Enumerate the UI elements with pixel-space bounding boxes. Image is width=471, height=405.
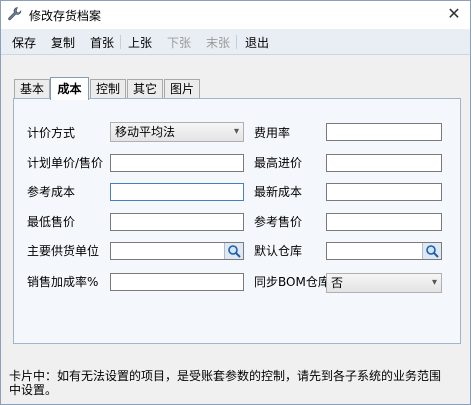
expense-rate-input[interactable] bbox=[326, 123, 442, 141]
chevron-down-icon: ▾ bbox=[233, 126, 239, 137]
reference-sale-price-label: 参考售价 bbox=[254, 215, 303, 229]
latest-cost-label: 最新成本 bbox=[254, 185, 303, 199]
pricing-method-value: 移动平均法 bbox=[115, 125, 176, 139]
max-purchase-price-label: 最高进价 bbox=[254, 156, 303, 170]
sync-bom-warehouse-label: 同步BOM仓库 bbox=[254, 275, 330, 289]
tab-other[interactable]: 其它 bbox=[127, 79, 163, 99]
default-warehouse-label: 默认仓库 bbox=[254, 244, 303, 258]
reference-sale-price-input[interactable] bbox=[326, 213, 442, 231]
max-purchase-price-input[interactable] bbox=[326, 154, 442, 172]
first-record-button[interactable]: 首张 bbox=[90, 34, 114, 51]
pricing-method-select[interactable]: 移动平均法 ▾ bbox=[110, 122, 244, 142]
main-supplier-input[interactable] bbox=[110, 242, 244, 260]
tab-basic[interactable]: 基本 bbox=[14, 79, 50, 99]
plan-price-label: 计划单价/售价 bbox=[27, 156, 104, 170]
tab-image[interactable]: 图片 bbox=[164, 79, 200, 99]
sale-markup-rate-input[interactable] bbox=[110, 273, 244, 291]
save-button[interactable]: 保存 bbox=[12, 34, 36, 51]
search-icon[interactable] bbox=[224, 243, 243, 259]
pricing-method-label: 计价方式 bbox=[27, 126, 76, 140]
expense-rate-label: 费用率 bbox=[254, 126, 291, 140]
previous-record-button[interactable]: 上张 bbox=[128, 34, 152, 51]
tab-control[interactable]: 控制 bbox=[90, 79, 126, 99]
main-supplier-label: 主要供货单位 bbox=[27, 244, 100, 258]
dialog-window: 修改存货档案 ✕ 保存 复制 首张 上张 下张 末张 退出 基本 成本 控制 其… bbox=[0, 0, 471, 405]
min-sale-price-input[interactable] bbox=[110, 213, 244, 231]
default-warehouse-input[interactable] bbox=[326, 242, 442, 260]
last-record-button[interactable]: 末张 bbox=[206, 34, 230, 51]
footer-note: 卡片中：如有无法设置的项目，是受账套参数的控制，请先到各子系统的业务范围中设置。 bbox=[9, 369, 442, 397]
latest-cost-input[interactable] bbox=[326, 183, 442, 201]
toolbar-separator bbox=[236, 35, 237, 49]
toolbar: 保存 复制 首张 上张 下张 末张 退出 bbox=[1, 29, 470, 55]
tab-cost[interactable]: 成本 bbox=[50, 77, 89, 100]
copy-button[interactable]: 复制 bbox=[51, 34, 75, 51]
exit-button[interactable]: 退出 bbox=[245, 34, 269, 51]
window-title: 修改存货档案 bbox=[29, 9, 102, 23]
cost-panel: 计价方式 移动平均法 ▾ 费用率 计划单价/售价 最高进价 参考成本 最新成本 … bbox=[13, 98, 461, 344]
wrench-icon bbox=[8, 7, 22, 21]
search-icon[interactable] bbox=[422, 243, 441, 259]
reference-cost-input[interactable] bbox=[110, 183, 244, 201]
sync-bom-warehouse-value: 否 bbox=[331, 276, 344, 290]
plan-price-input[interactable] bbox=[110, 154, 244, 172]
toolbar-separator bbox=[120, 35, 121, 49]
title-bar: 修改存货档案 ✕ bbox=[1, 1, 470, 29]
next-record-button[interactable]: 下张 bbox=[167, 34, 191, 51]
sale-markup-rate-label: 销售加成率% bbox=[27, 275, 99, 289]
min-sale-price-label: 最低售价 bbox=[27, 215, 76, 229]
reference-cost-label: 参考成本 bbox=[27, 185, 76, 199]
chevron-down-icon: ▾ bbox=[431, 277, 437, 288]
close-icon[interactable]: ✕ bbox=[446, 5, 462, 23]
sync-bom-warehouse-select[interactable]: 否 ▾ bbox=[326, 273, 442, 293]
